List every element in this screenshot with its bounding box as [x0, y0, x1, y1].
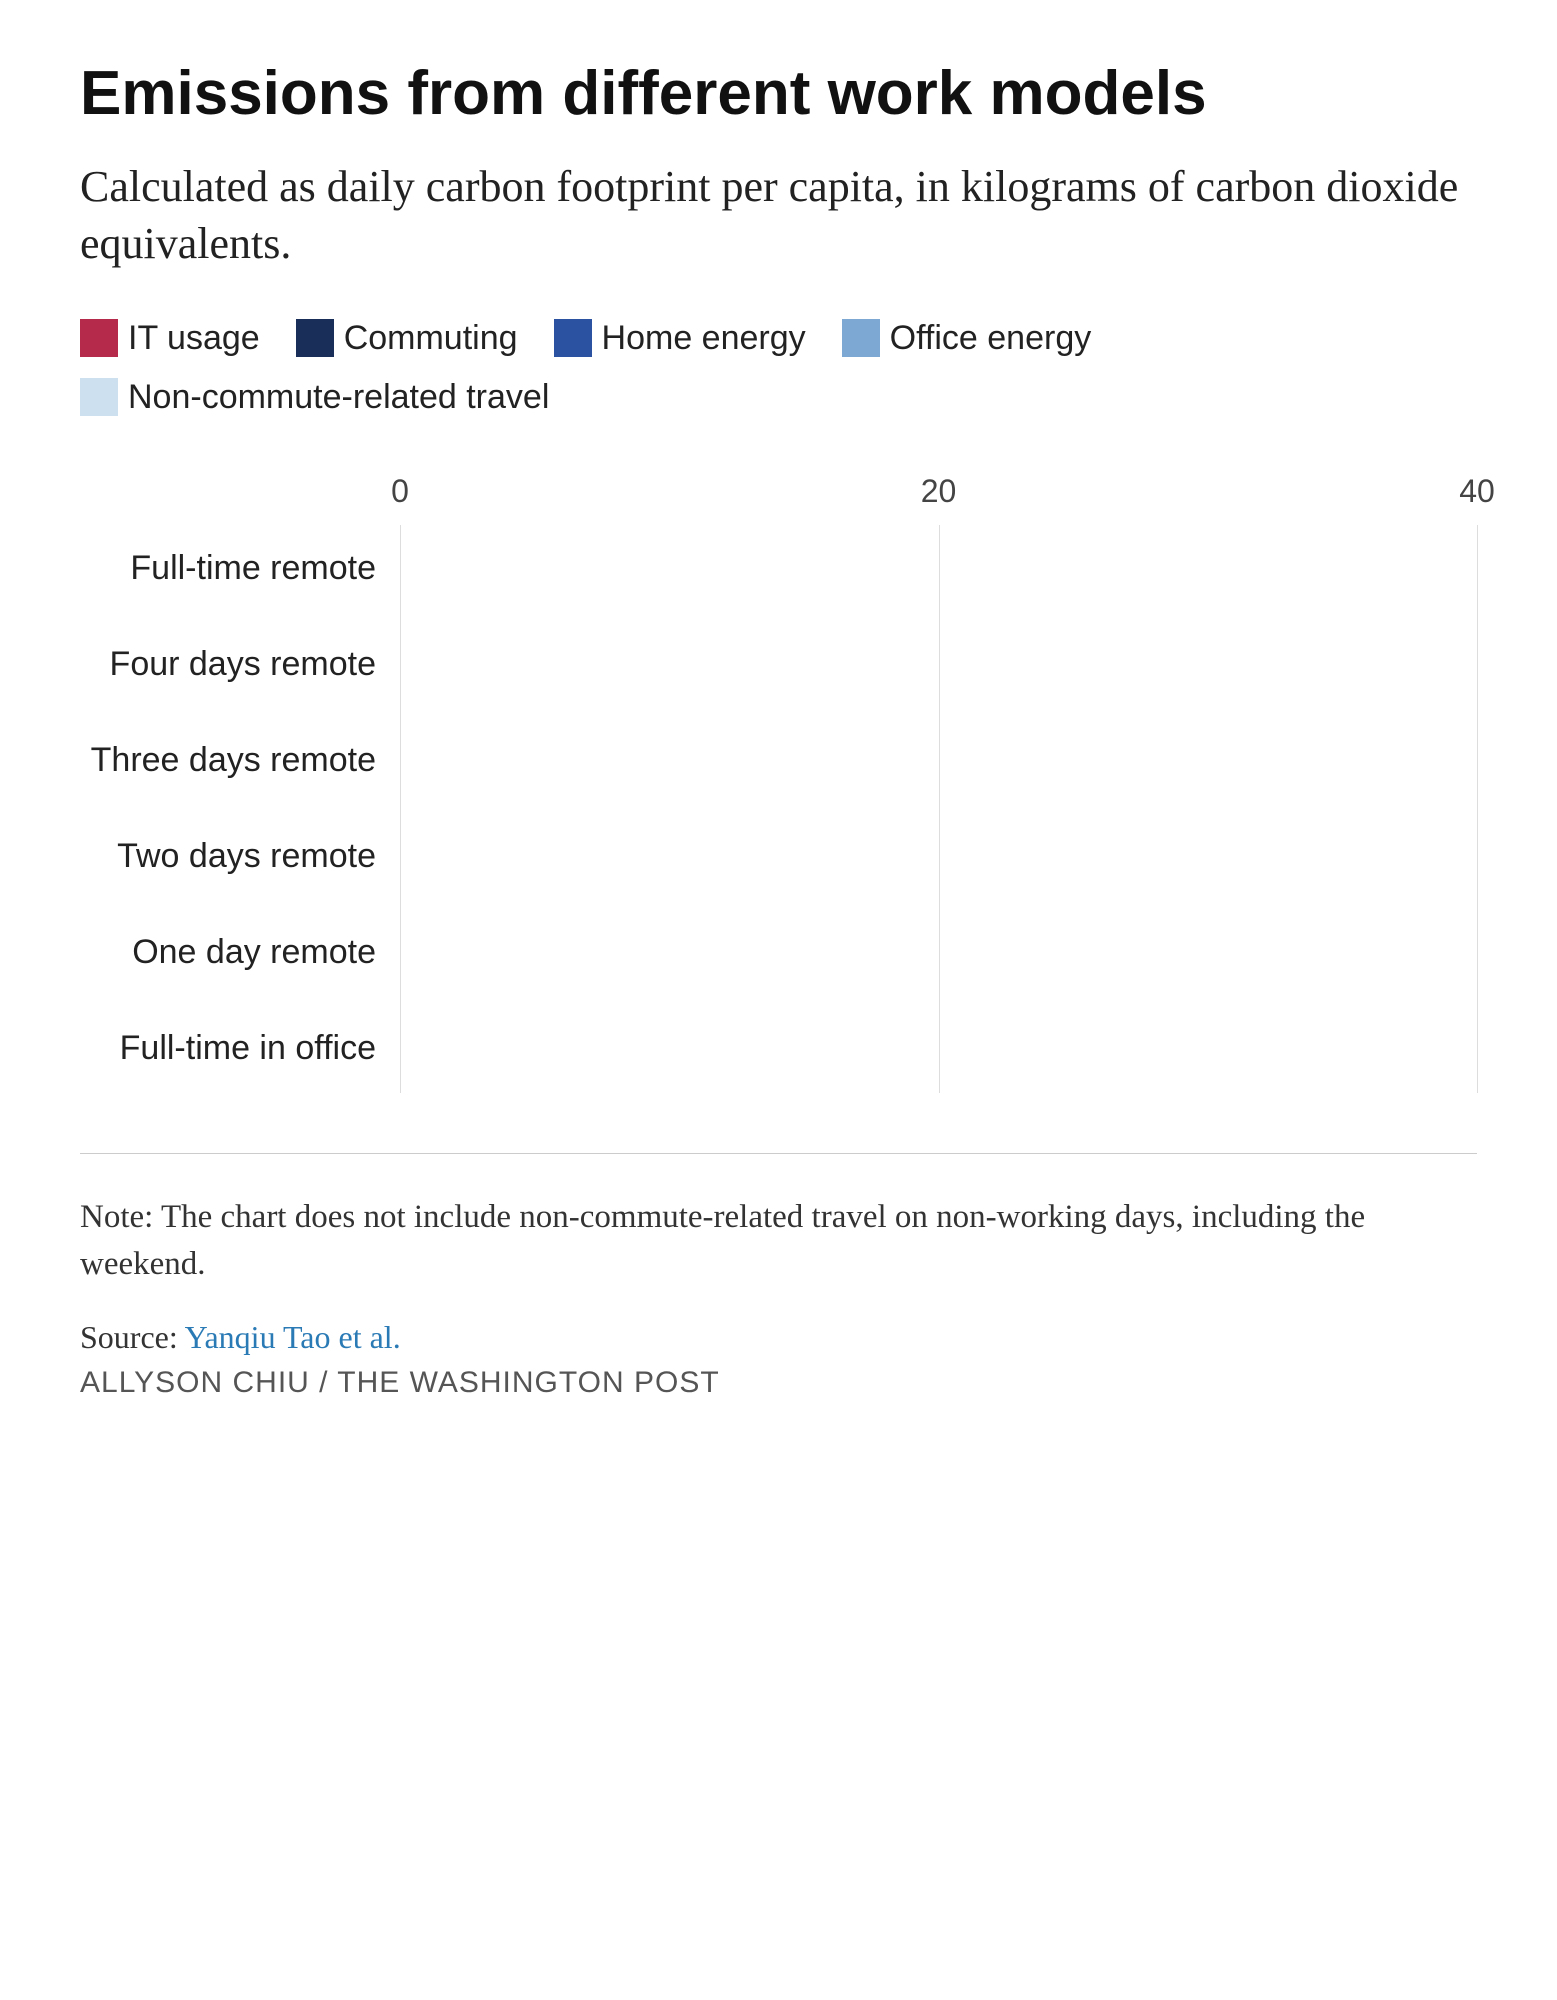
bar-row-0: Full-time remote [80, 525, 1477, 613]
bar-label-3: Two days remote [80, 837, 400, 876]
legend-label-it-usage: IT usage [128, 313, 260, 364]
legend-label-commuting: Commuting [344, 313, 518, 364]
note-text: Note: The chart does not include non-com… [80, 1194, 1477, 1290]
bar-track-1 [400, 624, 1477, 706]
tick-label-40: 40 [1459, 473, 1495, 510]
legend-swatch-commuting [296, 319, 334, 357]
bar-label-1: Four days remote [80, 645, 400, 684]
bar-label-5: Full-time in office [80, 1029, 400, 1068]
bar-row-2: Three days remote [80, 717, 1477, 805]
bar-row-4: One day remote [80, 909, 1477, 997]
legend-item-home-energy: Home energy [554, 313, 806, 364]
legend-label-home-energy: Home energy [602, 313, 806, 364]
legend-label-office-energy: Office energy [890, 313, 1092, 364]
tick-label-20: 20 [921, 473, 957, 510]
chart-container: 02040 Full-time remote Four days remote Th… [80, 473, 1477, 1093]
legend-item-commuting: Commuting [296, 313, 518, 364]
legend-item-it-usage: IT usage [80, 313, 260, 364]
bar-label-0: Full-time remote [80, 549, 400, 588]
axis-tick-labels: 02040 [400, 473, 1477, 513]
legend-item-non-commute-travel: Non-commute-related travel [80, 372, 549, 423]
bar-label-2: Three days remote [80, 741, 400, 780]
bar-track-3 [400, 816, 1477, 898]
legend-swatch-office-energy [842, 319, 880, 357]
source-text: Source: Yanqiu Tao et al. [80, 1319, 1477, 1356]
chart-subtitle: Calculated as daily carbon footprint per… [80, 158, 1477, 272]
legend: IT usage Commuting Home energy Office energ… [80, 313, 1477, 423]
legend-swatch-it-usage [80, 319, 118, 357]
tick-label-0: 0 [391, 473, 409, 510]
chart-area: Full-time remote Four days remote Three da… [80, 525, 1477, 1093]
legend-swatch-home-energy [554, 319, 592, 357]
chart-title: Emissions from different work models [80, 60, 1477, 128]
bar-track-4 [400, 912, 1477, 994]
bar-row-5: Full-time in office [80, 1005, 1477, 1093]
bar-rows: Full-time remote Four days remote Three da… [80, 525, 1477, 1093]
bar-track-0 [400, 528, 1477, 610]
bar-label-4: One day remote [80, 933, 400, 972]
legend-label-non-commute-travel: Non-commute-related travel [128, 372, 549, 423]
divider [80, 1153, 1477, 1154]
source-link[interactable]: Yanqiu Tao et al. [185, 1319, 401, 1355]
legend-item-office-energy: Office energy [842, 313, 1092, 364]
byline-text: ALLYSON CHIU / THE WASHINGTON POST [80, 1366, 1477, 1400]
bar-row-3: Two days remote [80, 813, 1477, 901]
legend-swatch-non-commute-travel [80, 378, 118, 416]
bar-row-1: Four days remote [80, 621, 1477, 709]
grid-line-40 [1477, 525, 1478, 1093]
bar-track-2 [400, 720, 1477, 802]
bar-track-5 [400, 1008, 1477, 1090]
